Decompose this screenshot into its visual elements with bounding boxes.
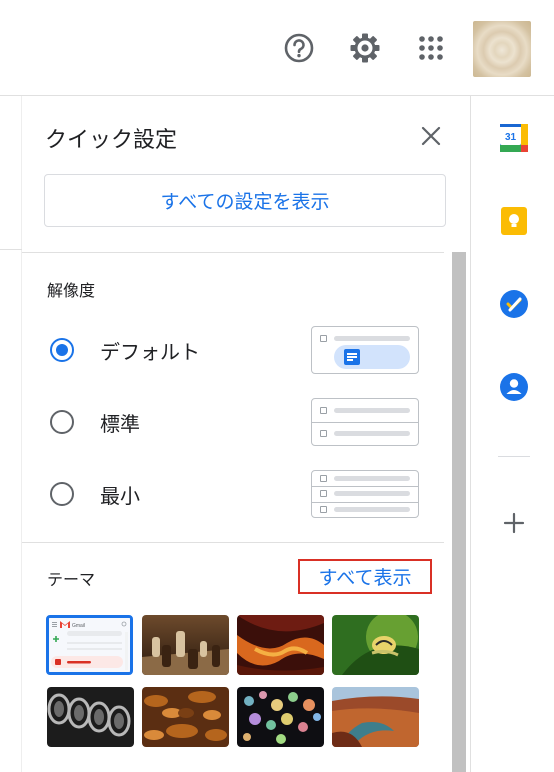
google-calendar-icon[interactable]: 31: [500, 124, 528, 152]
panel-title: クイック設定: [45, 128, 178, 153]
close-button[interactable]: [417, 122, 445, 150]
radio-compact[interactable]: [50, 482, 74, 506]
google-contacts-icon[interactable]: [500, 373, 528, 401]
density-preview-standard[interactable]: [311, 398, 419, 446]
theme-thumbnail-autumn[interactable]: [142, 687, 229, 747]
section-divider: [22, 252, 444, 253]
panel-scrollbar[interactable]: [452, 252, 466, 772]
strip-divider: [0, 249, 22, 250]
top-header: [0, 0, 554, 96]
side-panel-divider: [498, 456, 530, 457]
document-icon: [344, 349, 360, 365]
google-tasks-icon[interactable]: [500, 290, 528, 318]
side-app-panel: 31: [470, 96, 554, 772]
theme-thumbnail-default[interactable]: Gmail: [46, 615, 133, 675]
density-option-label: デフォルト: [100, 340, 200, 364]
see-all-settings-button[interactable]: すべての設定を表示: [44, 174, 446, 227]
theme-thumbnail-river-canyon[interactable]: [332, 687, 419, 747]
radio-standard[interactable]: [50, 410, 74, 434]
theme-thumbnail-tubes[interactable]: [47, 687, 134, 747]
add-icon[interactable]: [502, 511, 526, 535]
calendar-day-number: 31: [505, 132, 517, 143]
gmail-wordmark: Gmail: [72, 623, 85, 629]
theme-thumbnail-bokeh[interactable]: [237, 687, 324, 747]
help-icon[interactable]: [279, 28, 319, 68]
density-option-default[interactable]: デフォルト: [46, 326, 420, 374]
density-preview-default[interactable]: [311, 326, 419, 374]
apps-grid-icon[interactable]: [411, 28, 451, 68]
settings-gear-icon[interactable]: [345, 28, 385, 68]
density-section-label: 解像度: [47, 281, 96, 300]
density-option-compact[interactable]: 最小: [46, 470, 420, 518]
density-option-label: 標準: [100, 412, 140, 436]
density-option-label: 最小: [100, 484, 140, 508]
view-all-themes-link[interactable]: すべて表示: [298, 559, 432, 594]
density-preview-compact[interactable]: [311, 470, 419, 518]
density-option-standard[interactable]: 標準: [46, 398, 420, 446]
theme-section-label: テーマ: [47, 570, 96, 589]
left-app-strip: [0, 96, 22, 772]
theme-thumbnail-snail[interactable]: [332, 615, 419, 675]
section-divider: [22, 542, 444, 543]
radio-default[interactable]: [50, 338, 74, 362]
theme-thumbnail-chess[interactable]: [142, 615, 229, 675]
google-keep-icon[interactable]: [500, 207, 528, 235]
account-avatar[interactable]: [473, 21, 531, 77]
theme-thumbnail-canyon[interactable]: [237, 615, 324, 675]
close-icon: [421, 126, 441, 146]
